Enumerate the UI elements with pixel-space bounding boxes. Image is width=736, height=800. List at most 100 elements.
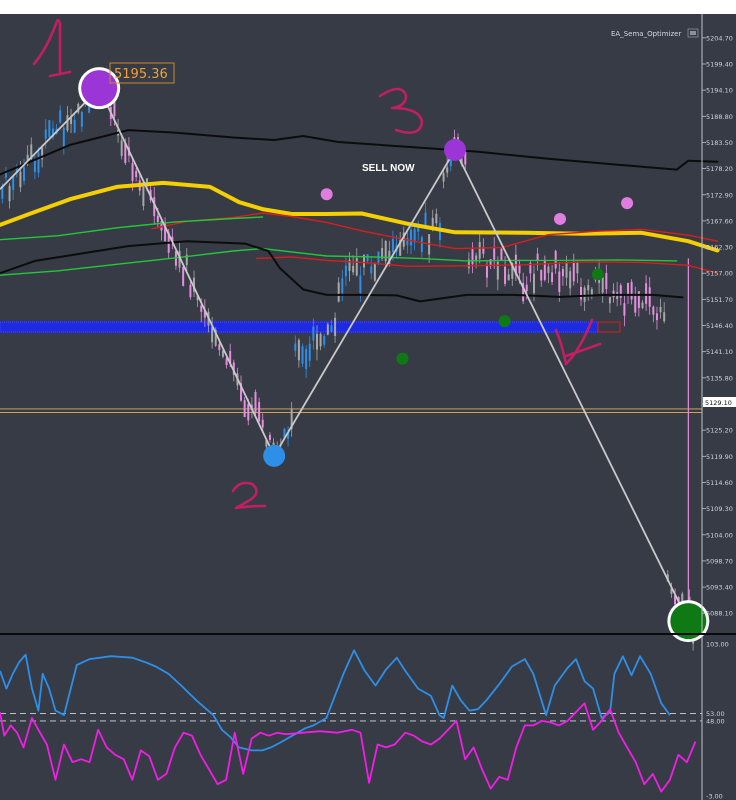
candle-body bbox=[507, 274, 510, 281]
candle-body bbox=[391, 239, 394, 253]
candle-body bbox=[540, 269, 543, 281]
candle-body bbox=[200, 305, 203, 312]
candle-body bbox=[243, 400, 246, 418]
candle-body bbox=[80, 111, 83, 127]
oscillator-tick-label: 103.00 bbox=[706, 641, 729, 649]
price-tick-label: 5098.70 bbox=[706, 557, 733, 565]
candle-body bbox=[471, 249, 474, 265]
candle-body bbox=[326, 324, 329, 335]
candle-body bbox=[319, 333, 322, 347]
candle-body bbox=[66, 115, 69, 131]
candle-body bbox=[504, 266, 507, 284]
candle-body bbox=[558, 271, 561, 292]
candle-body bbox=[630, 281, 633, 300]
candle-body bbox=[135, 170, 138, 178]
candle-body bbox=[475, 255, 478, 261]
chart-background bbox=[0, 14, 736, 800]
swing-marker bbox=[444, 138, 466, 161]
candle-body bbox=[435, 213, 438, 224]
candle-body bbox=[44, 129, 47, 139]
price-tick-label: 5194.10 bbox=[706, 87, 733, 95]
candle-body bbox=[156, 215, 159, 223]
signal-dot bbox=[498, 315, 511, 328]
candle-body bbox=[406, 238, 409, 246]
candle-body bbox=[23, 167, 26, 181]
candle-body bbox=[652, 306, 655, 315]
candle-body bbox=[48, 120, 51, 137]
price-tick-label: 5093.40 bbox=[706, 584, 733, 592]
current-price-label: 5129.10 bbox=[705, 399, 732, 407]
candle-body bbox=[583, 287, 586, 302]
candle-body bbox=[189, 284, 192, 298]
candle-body bbox=[344, 265, 347, 277]
candle-body bbox=[297, 340, 300, 361]
price-tick-label: 5167.60 bbox=[706, 217, 733, 225]
candle-body bbox=[323, 335, 326, 345]
price-tick-label: 5119.90 bbox=[706, 453, 733, 461]
candle-body bbox=[142, 186, 145, 207]
candle-body bbox=[254, 391, 257, 413]
candle-body bbox=[572, 262, 575, 282]
price-tick-label: 5114.60 bbox=[706, 479, 733, 487]
candle-body bbox=[424, 212, 427, 225]
candle-body bbox=[532, 273, 535, 294]
candle-body bbox=[182, 266, 185, 286]
candle-body bbox=[131, 163, 134, 182]
candle-body bbox=[373, 263, 376, 281]
candle-body bbox=[493, 247, 496, 260]
candle-body bbox=[334, 317, 337, 336]
candle-body bbox=[420, 237, 423, 253]
support-zone bbox=[0, 321, 621, 333]
candle-body bbox=[211, 327, 214, 343]
candle-body bbox=[659, 306, 662, 313]
signal-dot bbox=[396, 352, 409, 365]
price-tick-label: 5162.30 bbox=[706, 244, 733, 252]
indicator-name: EA_Sema_Optimizer bbox=[611, 30, 681, 38]
candle-body bbox=[525, 284, 528, 292]
candle-body bbox=[605, 273, 608, 290]
price-tick-label: 5146.40 bbox=[706, 322, 733, 330]
candle-body bbox=[341, 278, 344, 294]
price-tick-label: 5109.30 bbox=[706, 505, 733, 513]
candle-body bbox=[410, 229, 413, 246]
price-tick-label: 5141.10 bbox=[706, 348, 733, 356]
price-tick-label: 5157.00 bbox=[706, 270, 733, 278]
candle-body bbox=[315, 333, 318, 350]
oscillator-tick-label: 48.00 bbox=[706, 717, 725, 725]
candle-body bbox=[627, 282, 630, 296]
price-tick-label: 5135.80 bbox=[706, 374, 733, 382]
swing-marker bbox=[263, 444, 286, 467]
candle-body bbox=[218, 344, 221, 351]
candle-body bbox=[8, 185, 11, 202]
candle-body bbox=[73, 119, 76, 133]
candle-body bbox=[308, 343, 311, 361]
candle-body bbox=[547, 266, 550, 274]
trading-chart: 5195.36 SELL NOW EA_Sema_Optimizer 5204.… bbox=[0, 14, 736, 800]
candle-body bbox=[301, 346, 304, 364]
candle-body bbox=[352, 265, 355, 273]
candle-body bbox=[634, 295, 637, 313]
candle-body bbox=[366, 254, 369, 262]
price-tick-label: 5088.10 bbox=[706, 610, 733, 618]
candle-body bbox=[641, 302, 644, 308]
candle-body bbox=[330, 325, 333, 332]
signal-dot bbox=[591, 268, 604, 281]
candle-body bbox=[337, 282, 340, 302]
candle-body bbox=[587, 285, 590, 291]
candle-body bbox=[261, 419, 264, 428]
price-tick-label: 5125.20 bbox=[706, 427, 733, 435]
candle-body bbox=[37, 152, 40, 173]
candle-body bbox=[518, 264, 521, 274]
signal-dot bbox=[621, 197, 634, 210]
signal-dot bbox=[320, 188, 333, 201]
candle-body bbox=[645, 283, 648, 304]
price-tick-label: 5172.90 bbox=[706, 191, 733, 199]
candle-body bbox=[623, 303, 626, 316]
price-tick-label: 5178.20 bbox=[706, 165, 733, 173]
candle-body bbox=[580, 286, 582, 300]
candle-body bbox=[33, 159, 36, 172]
candle-body bbox=[500, 248, 503, 261]
candle-body bbox=[446, 167, 449, 173]
candle-body bbox=[551, 272, 554, 282]
candle-body bbox=[355, 258, 358, 276]
